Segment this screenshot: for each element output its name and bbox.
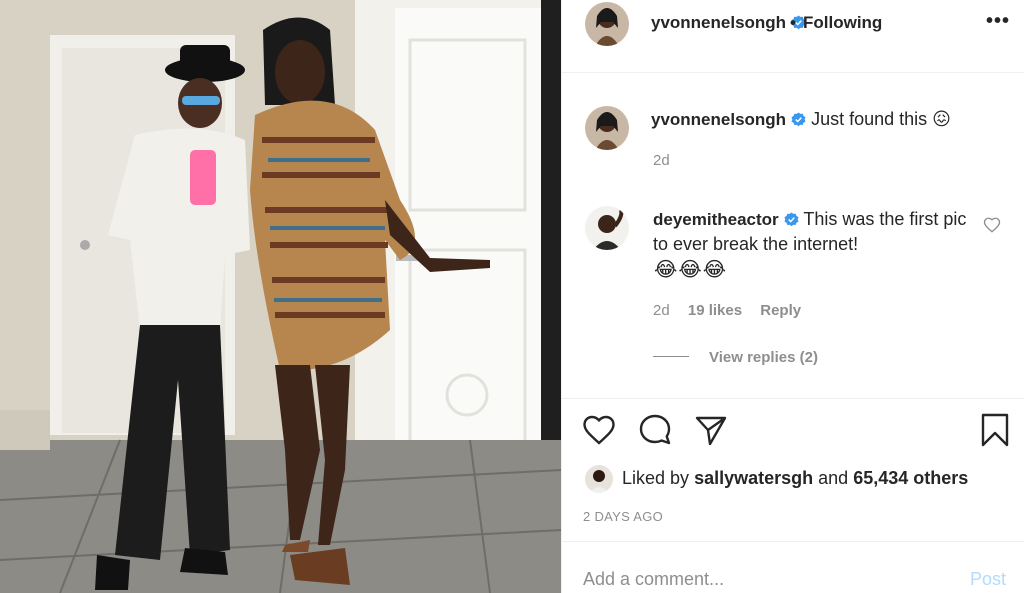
caption: yvonnenelsongh Just found this 😖 [651,109,951,130]
add-comment-input[interactable]: Add a comment... [583,569,724,590]
bookmark-icon[interactable] [977,412,1013,448]
liked-by: Liked by sallywatersgh and 65,434 others [622,468,968,489]
commenter-avatar[interactable] [585,206,629,250]
more-options-icon[interactable]: ••• [986,10,1010,33]
paper-plane-icon[interactable] [693,412,729,448]
speech-bubble-icon[interactable] [637,412,673,448]
verified-badge-icon [784,212,799,227]
author-username[interactable]: yvonnenelsongh [651,13,786,32]
verified-badge-icon [791,112,806,127]
post-side-panel: yvonnenelsongh • Following ••• yvonnenel… [561,0,1024,593]
view-replies-button[interactable]: View replies (2) [653,349,818,366]
following-button[interactable]: Following [803,13,882,33]
post-header: yvonnenelsongh • Following ••• [562,0,1024,47]
liked-by-and: and [818,468,849,488]
caption-avatar[interactable] [585,106,629,150]
comment-emoji: 😂😂😂 [654,259,728,281]
header-separator: • [790,13,796,32]
caption-username[interactable]: yvonnenelsongh [651,110,786,129]
comment-meta: 2d 19 likes Reply [653,302,815,319]
post-photo[interactable] [0,0,561,593]
likes-count[interactable]: 65,434 others [853,468,968,488]
post-image [0,0,561,593]
comment-username[interactable]: deyemitheactor [653,210,779,229]
post-actions [562,412,1024,452]
reply-button[interactable]: Reply [760,302,801,319]
post-comment-button[interactable]: Post [970,569,1006,590]
author-username-link[interactable]: yvonnenelsongh [651,13,806,33]
comment: deyemitheactor This was the first pic to… [653,207,983,257]
header-divider [562,72,1024,73]
comment-like-heart-icon[interactable] [983,216,1001,234]
caption-timestamp[interactable]: 2d [653,152,670,169]
liked-by-username[interactable]: sallywatersgh [694,468,813,488]
heart-icon[interactable] [581,412,617,448]
post-date[interactable]: 2 DAYS AGO [583,509,663,524]
author-avatar[interactable] [585,2,629,46]
liked-by-prefix: Liked by [622,468,690,488]
caption-text: Just found this 😖 [811,109,951,129]
comment-timestamp[interactable]: 2d [653,302,670,319]
liker-avatar[interactable] [585,465,613,493]
replies-divider-line [653,356,689,357]
view-replies-label[interactable]: View replies (2) [709,349,818,366]
comment-box-divider [562,541,1024,542]
comment-likes-count[interactable]: 19 likes [688,302,742,319]
actions-divider [562,398,1024,399]
